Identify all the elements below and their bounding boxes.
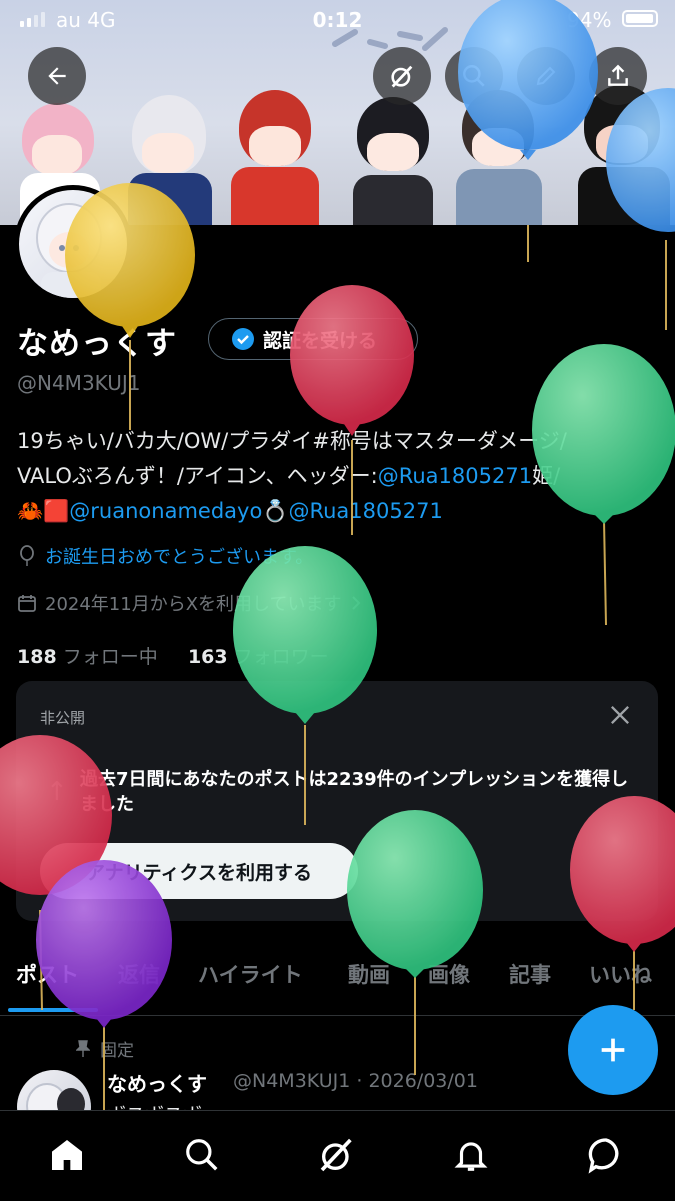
banner-character-dark xyxy=(570,85,675,225)
close-icon xyxy=(611,706,629,724)
bio-line-2-suffix: 姫/ xyxy=(532,464,561,488)
profile-handle: @N4M3KUJ1 xyxy=(17,371,141,395)
search-icon xyxy=(186,1139,218,1171)
bio-line-3: 🦀🟥@ruanonamedayo💍@Rua1805271 xyxy=(17,494,667,529)
get-verified-label: 認証を受ける xyxy=(263,329,378,352)
follow-counts: 188 フォロー中 163 フォロワー xyxy=(17,642,329,669)
following-link[interactable]: 188 フォロー中 xyxy=(17,646,158,668)
grok-icon xyxy=(391,65,413,88)
battery-percent: 94% xyxy=(567,8,612,32)
verified-badge-icon xyxy=(232,328,254,350)
banner-character-grey xyxy=(450,90,545,225)
nav-search[interactable] xyxy=(180,1133,224,1177)
nav-home[interactable] xyxy=(45,1133,89,1177)
profile-bio: 19ちゃい/バカ大/OW/プラダイ#称号はマスターダメージ/ VALOぶろんず！… xyxy=(17,424,667,529)
banner-character-red xyxy=(225,90,325,225)
messages-icon xyxy=(588,1138,619,1174)
pin-icon xyxy=(76,1039,90,1057)
battery-icon xyxy=(622,10,658,27)
bio-line-2-prefix: VALOぶろんず！/アイコン、ヘッダー: xyxy=(17,464,378,488)
post-meta: @N4M3KUJ1 · 2026/03/01 xyxy=(233,1070,478,1092)
tab-replies[interactable]: 返信 xyxy=(118,959,160,989)
notifications-icon xyxy=(454,1142,488,1171)
grok-button[interactable] xyxy=(373,47,431,105)
back-button[interactable] xyxy=(28,47,86,105)
edit-icon xyxy=(536,66,556,86)
banner-character-black xyxy=(345,97,440,225)
bio-line-2: VALOぶろんず！/アイコン、ヘッダー:@Rua1805271姫/ xyxy=(17,459,667,494)
impressions-message: 過去7日間にあなたのポストは2239件のインプレッションを獲得しました xyxy=(80,769,629,815)
pinned-indicator: 固定 xyxy=(76,1036,134,1061)
avatar-illustration xyxy=(36,203,102,298)
analytics-card: 非公開 ↑ 過去7日間にあなたのポストは2239件のインプレッションを獲得しまし… xyxy=(16,681,658,921)
tab-likes[interactable]: いいね xyxy=(589,959,652,989)
plus-icon xyxy=(601,1038,625,1062)
header-search-button[interactable] xyxy=(445,47,503,105)
profile-name: なめっくす xyxy=(17,326,177,362)
banner-character-white xyxy=(120,95,215,225)
nav-messages[interactable] xyxy=(584,1133,628,1177)
edit-button[interactable] xyxy=(517,47,575,105)
chevron-right-icon xyxy=(351,596,360,610)
birthday-row[interactable]: お誕生日おめでとうございます。 xyxy=(17,543,313,569)
balloon-icon xyxy=(20,545,34,566)
tab-images[interactable]: 画像 xyxy=(428,959,470,989)
bottom-navigation xyxy=(0,1110,675,1201)
calendar-icon xyxy=(18,595,36,612)
tab-videos[interactable]: 動画 xyxy=(348,959,390,989)
search-icon xyxy=(463,65,485,87)
grok-icon xyxy=(320,1138,352,1172)
active-tab-indicator xyxy=(8,1008,98,1012)
post-author-name: なめっくす xyxy=(107,1072,207,1096)
joined-row[interactable]: 2024年11月からXを利用しています xyxy=(17,590,362,616)
followers-link[interactable]: 163 フォロワー xyxy=(188,646,329,668)
share-button[interactable] xyxy=(589,47,647,105)
bio-mention-link-2[interactable]: @ruanonamedayo xyxy=(69,499,262,523)
bio-mention-link-3[interactable]: @Rua1805271 xyxy=(288,499,442,523)
get-verified-button[interactable]: 認証を受ける xyxy=(208,318,418,360)
profile-avatar[interactable] xyxy=(14,185,132,303)
tab-posts[interactable]: ポスト xyxy=(16,959,79,989)
use-analytics-button[interactable]: アナリティクスを利用する xyxy=(40,843,358,899)
home-icon xyxy=(52,1140,82,1170)
bio-emoji: 🦀🟥 xyxy=(17,499,70,523)
private-label: 非公開 xyxy=(40,709,86,727)
following-label: フォロー中 xyxy=(62,646,158,668)
followers-count: 163 xyxy=(187,646,228,668)
pinned-label: 固定 xyxy=(100,1041,134,1061)
following-count: 188 xyxy=(17,646,57,668)
bio-line-1: 19ちゃい/バカ大/OW/プラダイ#称号はマスターダメージ/ xyxy=(17,429,567,453)
tab-highlights[interactable]: ハイライト xyxy=(198,959,303,989)
joined-text: 2024年11月からXを利用しています xyxy=(45,594,342,615)
close-card-button[interactable] xyxy=(606,701,634,729)
arrow-up-icon: ↑ xyxy=(46,777,68,807)
birthday-text: お誕生日おめでとうございます。 xyxy=(45,547,314,568)
bio-mention-link-1[interactable]: @Rua1805271 xyxy=(378,464,532,488)
followers-label: フォロワー xyxy=(233,646,329,668)
share-icon xyxy=(608,64,628,86)
compose-button[interactable] xyxy=(568,1005,658,1095)
tab-articles[interactable]: 記事 xyxy=(509,959,551,989)
back-arrow-icon xyxy=(48,67,66,85)
bio-ring-emoji: 💍 xyxy=(262,499,289,523)
nav-grok[interactable] xyxy=(315,1133,359,1177)
profile-tabs: ポスト 返信 ハイライト 動画 画像 記事 いいね xyxy=(0,945,675,1016)
nav-notifications[interactable] xyxy=(449,1133,493,1177)
status-bar: au 4G 0:12 94% xyxy=(0,0,675,38)
